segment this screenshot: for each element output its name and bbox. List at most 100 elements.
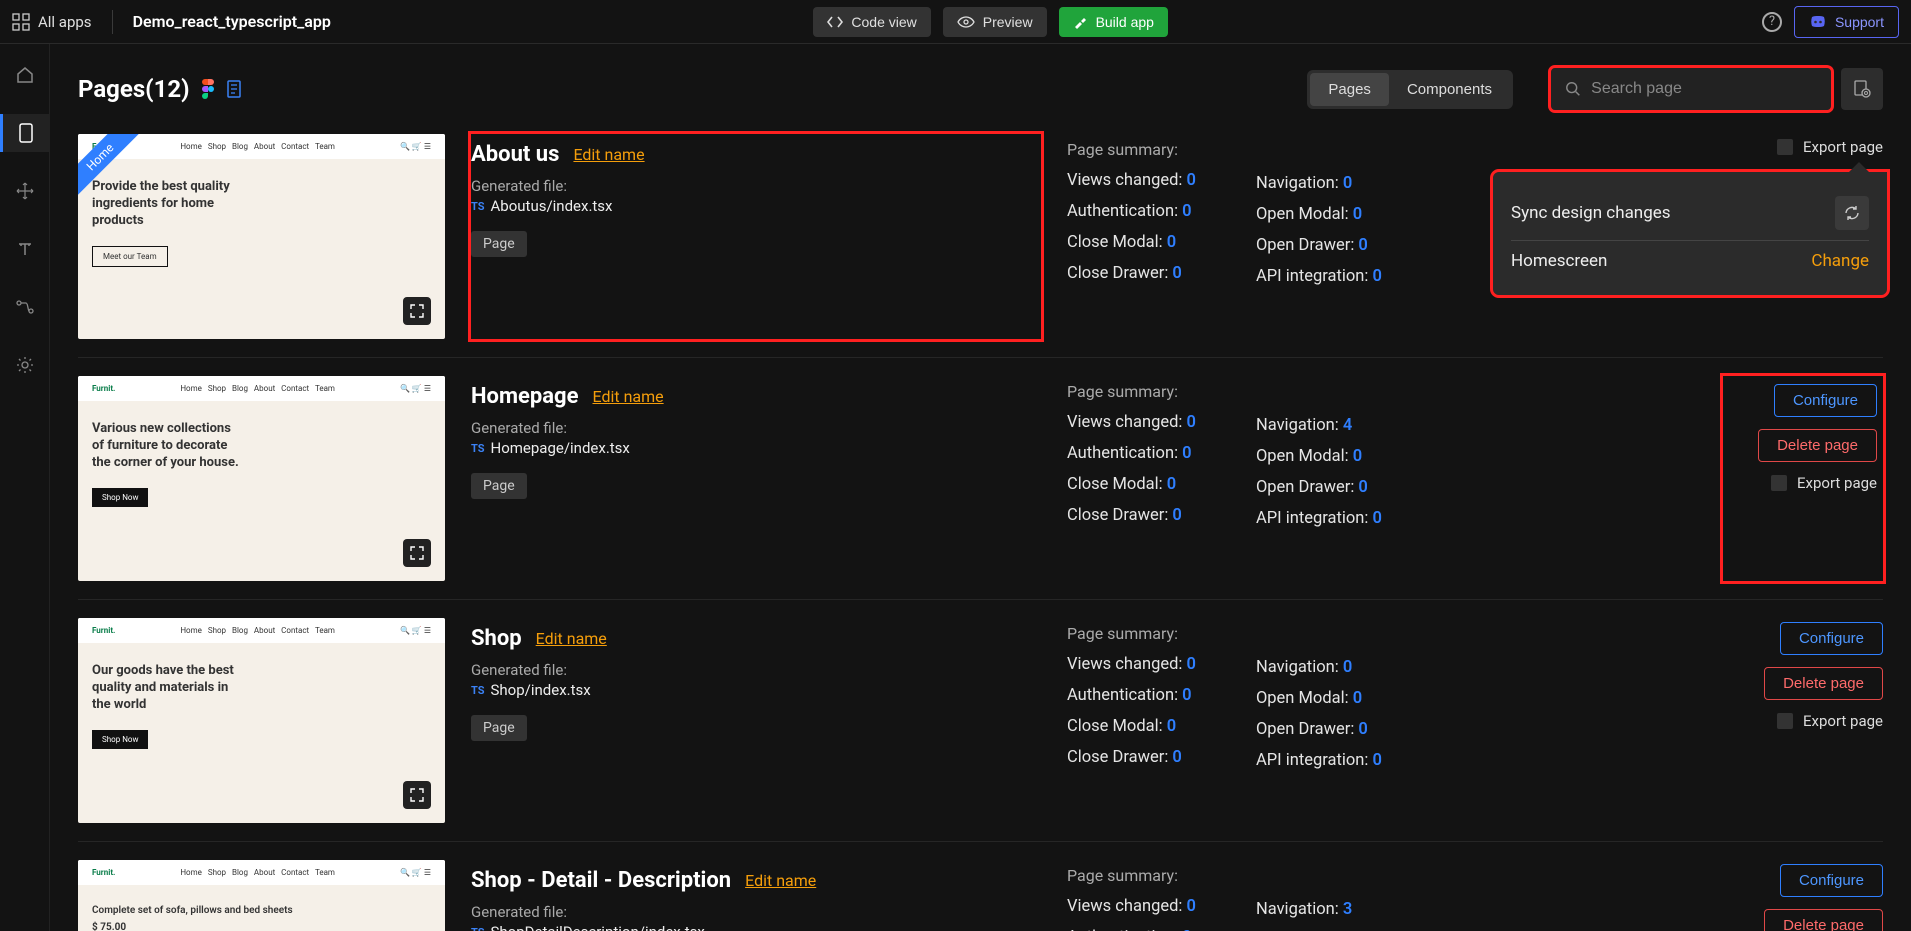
configure-button[interactable]: Configure bbox=[1780, 864, 1883, 897]
navigation: Navigation: 4 bbox=[1256, 416, 1382, 435]
homescreen-label: Homescreen bbox=[1511, 251, 1811, 271]
generated-file-label: Generated file: bbox=[471, 177, 1041, 195]
expand-icon[interactable] bbox=[403, 781, 431, 809]
expand-icon[interactable] bbox=[403, 297, 431, 325]
rail-move[interactable] bbox=[0, 172, 50, 210]
api-integration: API integration: 0 bbox=[1256, 267, 1382, 286]
rail-text[interactable] bbox=[0, 230, 50, 268]
summary-title: Page summary: bbox=[1067, 382, 1196, 401]
change-link[interactable]: Change bbox=[1811, 251, 1869, 271]
ts-icon: TS bbox=[471, 442, 485, 455]
ts-icon: TS bbox=[471, 684, 485, 697]
rail-pages[interactable] bbox=[0, 114, 50, 152]
authentication: Authentication: 0 bbox=[1067, 202, 1196, 221]
page-card: Furnit.Home Shop Blog About Contact Team… bbox=[78, 376, 1883, 600]
edit-name-link[interactable]: Edit name bbox=[573, 145, 644, 164]
generated-file-label: Generated file: bbox=[471, 661, 1041, 679]
rail-home[interactable] bbox=[0, 56, 50, 94]
discord-icon bbox=[1809, 15, 1827, 29]
move-icon bbox=[16, 182, 34, 200]
tab-pages[interactable]: Pages bbox=[1310, 73, 1389, 106]
sync-button[interactable] bbox=[1835, 196, 1869, 230]
page-header: Pages(12) Pages Components bbox=[78, 68, 1883, 110]
app-name: Demo_react_typescript_app bbox=[133, 12, 331, 31]
settings-button[interactable] bbox=[1841, 68, 1883, 110]
edit-name-link[interactable]: Edit name bbox=[593, 387, 664, 406]
code-icon bbox=[827, 16, 843, 28]
help-icon[interactable]: ? bbox=[1762, 12, 1782, 32]
settings-popover: Sync design changes Homescreen Change bbox=[1493, 172, 1887, 295]
all-apps-label: All apps bbox=[38, 13, 92, 31]
edit-name-link[interactable]: Edit name bbox=[536, 629, 607, 648]
document-icon[interactable] bbox=[226, 80, 242, 98]
preview-button[interactable]: Preview bbox=[943, 7, 1047, 37]
edit-name-link[interactable]: Edit name bbox=[745, 871, 816, 890]
api-integration: API integration: 0 bbox=[1256, 509, 1382, 528]
page-name: Shop bbox=[471, 626, 522, 651]
code-view-button[interactable]: Code view bbox=[813, 7, 930, 37]
delete-page-button[interactable]: Delete page bbox=[1758, 429, 1877, 462]
page-info: About us Edit name Generated file: TSAbo… bbox=[471, 134, 1041, 339]
generated-file: TSHomepage/index.tsx bbox=[471, 439, 1041, 457]
api-integration: API integration: 0 bbox=[1256, 751, 1382, 770]
authentication: Authentication: 0 bbox=[1067, 444, 1196, 463]
configure-button[interactable]: Configure bbox=[1774, 384, 1877, 417]
device-icon bbox=[19, 123, 33, 143]
figma-icon[interactable] bbox=[200, 79, 216, 99]
generated-file: TSShop/index.tsx bbox=[471, 681, 1041, 699]
delete-page-button[interactable]: Delete page bbox=[1764, 667, 1883, 700]
open-drawer: Open Drawer: 0 bbox=[1256, 236, 1382, 255]
page-thumbnail[interactable]: Furnit.Home Shop Blog About Contact Team… bbox=[78, 860, 445, 931]
page-thumbnail[interactable]: Furnit.Home Shop Blog About Contact Team… bbox=[78, 618, 445, 823]
rail-settings[interactable] bbox=[0, 346, 50, 384]
topbar: All apps Demo_react_typescript_app Code … bbox=[0, 0, 1911, 44]
navigation: Navigation: 0 bbox=[1256, 174, 1382, 193]
divider bbox=[112, 10, 113, 34]
ts-icon: TS bbox=[471, 200, 485, 213]
views-changed: Views changed: 0 bbox=[1067, 655, 1196, 674]
search-input-wrap[interactable] bbox=[1551, 68, 1831, 110]
export-page[interactable]: Export page bbox=[1777, 138, 1883, 156]
close-modal: Close Modal: 0 bbox=[1067, 717, 1196, 736]
export-page[interactable]: Export page bbox=[1777, 712, 1883, 730]
page-summary: Page summary: Views changed: 0 Authentic… bbox=[1067, 376, 1697, 581]
open-modal: Open Modal: 0 bbox=[1256, 205, 1382, 224]
configure-button[interactable]: Configure bbox=[1780, 622, 1883, 655]
eye-icon bbox=[957, 16, 975, 28]
page-gear-icon bbox=[1852, 79, 1872, 99]
summary-title: Page summary: bbox=[1067, 140, 1196, 159]
page-summary: Page summary: Views changed: 0 Authentic… bbox=[1067, 860, 1697, 931]
page-thumbnail[interactable]: Furnit.Home Shop Blog About Contact Team… bbox=[78, 376, 445, 581]
page-tag: Page bbox=[471, 715, 527, 741]
delete-page-button[interactable]: Delete page bbox=[1764, 909, 1883, 931]
rail-flow[interactable] bbox=[0, 288, 50, 326]
sync-label: Sync design changes bbox=[1511, 203, 1835, 223]
navigation: Navigation: 3 bbox=[1256, 900, 1382, 919]
all-apps-link[interactable]: All apps bbox=[12, 13, 92, 31]
page-thumbnail[interactable]: Home Furnit.Home Shop Blog About Contact… bbox=[78, 134, 445, 339]
export-page[interactable]: Export page bbox=[1771, 474, 1877, 492]
page-actions: Configure Delete page Export page bbox=[1723, 860, 1883, 931]
open-modal: Open Modal: 0 bbox=[1256, 447, 1382, 466]
build-app-button[interactable]: Build app bbox=[1059, 7, 1168, 37]
refresh-icon bbox=[1844, 205, 1860, 221]
close-modal: Close Modal: 0 bbox=[1067, 233, 1196, 252]
ts-icon: TS bbox=[471, 926, 485, 931]
generated-file-label: Generated file: bbox=[471, 903, 1041, 921]
close-drawer: Close Drawer: 0 bbox=[1067, 264, 1196, 283]
page-tag: Page bbox=[471, 473, 527, 499]
gear-icon bbox=[16, 356, 34, 374]
generated-file-label: Generated file: bbox=[471, 419, 1041, 437]
views-changed: Views changed: 0 bbox=[1067, 171, 1196, 190]
search-input[interactable] bbox=[1591, 80, 1817, 98]
page-name: Homepage bbox=[471, 384, 579, 409]
authentication: Authentication: 0 bbox=[1067, 686, 1196, 705]
views-changed: Views changed: 0 bbox=[1067, 413, 1196, 432]
summary-title: Page summary: bbox=[1067, 624, 1196, 643]
generated-file: TSShopDetailDescription/index.tsx bbox=[471, 923, 1041, 931]
expand-icon[interactable] bbox=[403, 539, 431, 567]
support-button[interactable]: Support bbox=[1794, 6, 1899, 38]
page-card: Furnit.Home Shop Blog About Contact Team… bbox=[78, 860, 1883, 931]
tab-components[interactable]: Components bbox=[1389, 73, 1510, 106]
flow-icon bbox=[16, 300, 34, 314]
